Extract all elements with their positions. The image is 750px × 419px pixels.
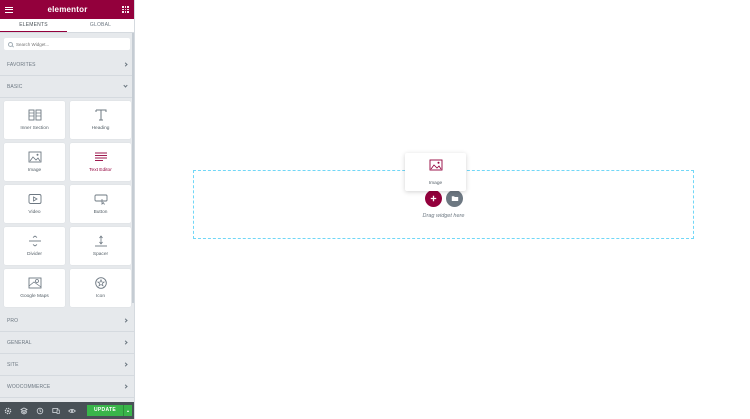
widget-label: Icon — [95, 294, 106, 299]
editor-panel: elementor ELEMENTS GLOBAL FAVORITES BASI… — [0, 0, 135, 419]
dragged-widget-image[interactable]: Image — [405, 153, 466, 191]
panel-header: elementor — [0, 0, 134, 19]
history-icon[interactable] — [35, 406, 45, 416]
settings-icon[interactable] — [3, 406, 13, 416]
navigator-icon[interactable] — [19, 406, 29, 416]
responsive-mode-icon[interactable] — [51, 406, 61, 416]
category-general[interactable]: GENERAL — [0, 332, 134, 354]
chevron-right-icon — [123, 384, 128, 389]
widget-label: Google Maps — [20, 294, 49, 299]
folder-icon — [451, 196, 458, 201]
category-pro[interactable]: PRO — [0, 310, 134, 332]
widget-image[interactable]: Image — [4, 143, 65, 181]
widget-icon[interactable]: Icon — [70, 269, 131, 307]
image-icon — [429, 158, 443, 176]
heading-icon — [94, 109, 108, 121]
category-favorites[interactable]: FAVORITES — [0, 54, 134, 76]
category-woocommerce[interactable]: WOOCOMMERCE — [0, 376, 134, 398]
category-basic[interactable]: BASIC — [0, 76, 134, 98]
tab-global[interactable]: GLOBAL — [67, 19, 134, 32]
text-editor-icon — [94, 151, 108, 163]
button-icon — [94, 193, 108, 205]
widget-label: Button — [93, 210, 108, 215]
widget-label: Spacer — [92, 252, 109, 257]
category-label: BASIC — [7, 83, 23, 90]
update-button-group: UPDATE — [87, 405, 132, 416]
tab-elements[interactable]: ELEMENTS — [0, 19, 67, 32]
chevron-down-icon — [123, 83, 128, 88]
dropzone-buttons — [425, 190, 463, 207]
widget-google-maps[interactable]: Google Maps — [4, 269, 65, 307]
category-label: FAVORITES — [7, 61, 36, 68]
search-box — [4, 38, 130, 50]
widget-label: Image — [428, 181, 443, 186]
elementor-logo: elementor — [47, 5, 88, 14]
widget-inner-section[interactable]: Inner Section — [4, 101, 65, 139]
chevron-right-icon — [123, 340, 128, 345]
widget-label: Video — [28, 210, 41, 215]
update-button[interactable]: UPDATE — [87, 405, 123, 416]
chevron-right-icon — [123, 318, 128, 323]
category-site[interactable]: SITE — [0, 354, 134, 376]
plus-icon — [430, 195, 437, 202]
widgets-grid-icon[interactable] — [121, 6, 129, 13]
chevron-right-icon — [123, 362, 128, 367]
map-icon — [28, 277, 42, 289]
add-section-button[interactable] — [425, 190, 442, 207]
category-label: GENERAL — [7, 339, 32, 346]
menu-icon[interactable] — [5, 6, 13, 13]
add-template-button[interactable] — [446, 190, 463, 207]
search-icon — [8, 41, 13, 47]
category-label: SITE — [7, 361, 19, 368]
drop-hint-text: Drag widget here — [422, 213, 465, 219]
editor-canvas: Drag widget here Image — [136, 0, 750, 419]
video-icon — [28, 193, 42, 205]
divider-icon — [28, 235, 42, 247]
chevron-right-icon — [123, 62, 128, 67]
widget-video[interactable]: Video — [4, 185, 65, 223]
widget-label: Image — [27, 168, 42, 173]
widget-label: Heading — [91, 126, 110, 131]
widget-divider[interactable]: Divider — [4, 227, 65, 265]
widget-spacer[interactable]: Spacer — [70, 227, 131, 265]
widget-heading[interactable]: Heading — [70, 101, 131, 139]
preview-eye-icon[interactable] — [67, 406, 77, 416]
search-input[interactable] — [16, 41, 116, 47]
spacer-icon — [94, 235, 108, 247]
panel-footer: UPDATE — [0, 402, 134, 419]
category-label: PRO — [7, 317, 19, 324]
widget-text-editor[interactable]: Text Editor — [70, 143, 131, 181]
panel-tabs: ELEMENTS GLOBAL — [0, 19, 134, 33]
widget-label: Text Editor — [89, 168, 112, 173]
widget-label: Inner Section — [20, 126, 49, 131]
widget-button[interactable]: Button — [70, 185, 131, 223]
star-icon — [94, 277, 108, 289]
widget-grid: Inner Section Heading Image Text Editor … — [0, 98, 134, 307]
image-icon — [28, 151, 42, 163]
columns-icon — [28, 109, 42, 121]
panel-scrollbar[interactable] — [132, 33, 134, 303]
save-options-arrow-icon[interactable] — [123, 405, 132, 416]
category-label: WOOCOMMERCE — [7, 383, 51, 390]
widget-label: Divider — [27, 252, 42, 257]
